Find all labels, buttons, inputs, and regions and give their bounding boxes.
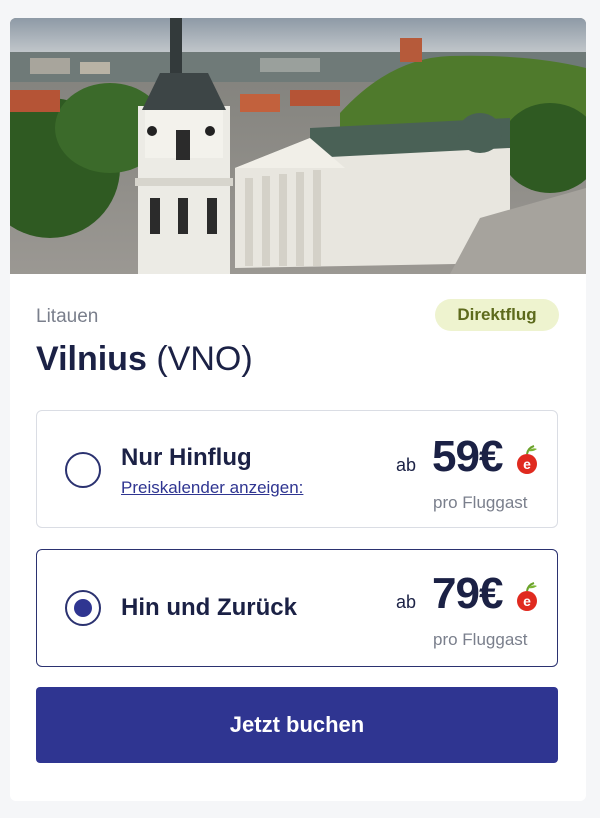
radio-unselected-icon[interactable] bbox=[65, 452, 101, 488]
per-passenger-label: pro Fluggast bbox=[433, 630, 528, 649]
option-one-way[interactable]: Nur Hinflug Preiskalender anzeigen: ab 5… bbox=[36, 410, 558, 528]
price-prefix: ab bbox=[396, 455, 417, 475]
option-one-way-label: Nur Hinflug bbox=[121, 444, 252, 471]
book-now-button[interactable]: Jetzt buchen bbox=[36, 687, 558, 763]
price-calendar-link[interactable]: Preiskalender anzeigen: bbox=[121, 478, 303, 498]
radio-selected-dot bbox=[74, 599, 92, 617]
country-label: Litauen bbox=[36, 306, 99, 327]
city-name: Vilnius bbox=[36, 340, 147, 378]
cherry-e-icon: e bbox=[517, 445, 537, 474]
destination-title: Vilnius (VNO) bbox=[36, 340, 253, 379]
direct-flight-badge: Direktflug bbox=[435, 299, 559, 331]
round-trip-price: 79€ bbox=[432, 569, 503, 618]
airport-code: (VNO) bbox=[156, 340, 253, 378]
svg-text:e: e bbox=[523, 456, 531, 472]
svg-text:e: e bbox=[523, 593, 531, 609]
destination-photo bbox=[10, 18, 586, 274]
flight-offer-card: Litauen Direktflug Vilnius (VNO) Nur Hin… bbox=[10, 18, 586, 801]
radio-selected-icon[interactable] bbox=[65, 590, 101, 626]
cherry-e-icon: e bbox=[517, 582, 537, 611]
option-round-trip-label: Hin und Zurück bbox=[121, 594, 297, 621]
option-round-trip[interactable]: Hin und Zurück ab 79€ e pro Fluggast bbox=[36, 549, 558, 667]
price-prefix: ab bbox=[396, 592, 417, 612]
one-way-price: 59€ bbox=[432, 432, 503, 481]
per-passenger-label: pro Fluggast bbox=[433, 493, 528, 512]
